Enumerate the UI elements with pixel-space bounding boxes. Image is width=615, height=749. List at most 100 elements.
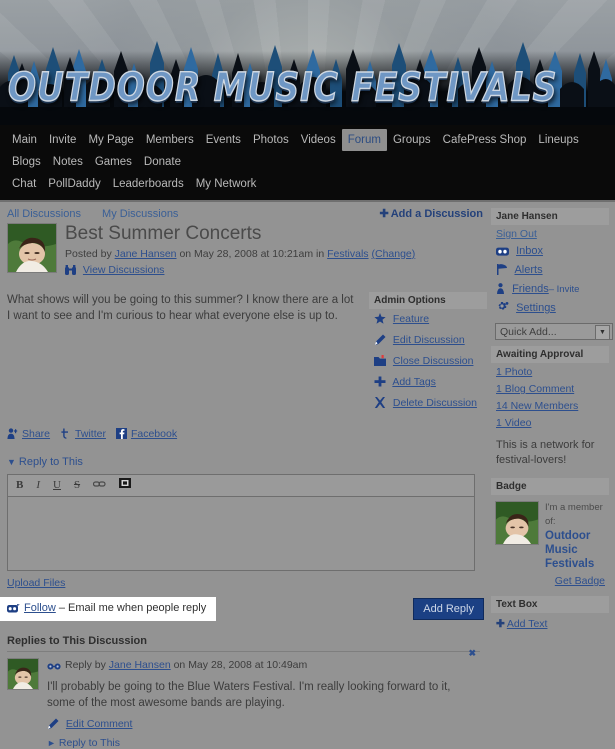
nav-item-invite[interactable]: Invite	[43, 129, 83, 151]
image-button[interactable]	[119, 478, 132, 491]
share-link[interactable]: Share	[22, 428, 50, 440]
glasses-icon	[47, 660, 61, 674]
bold-button[interactable]: B	[16, 479, 23, 491]
main-content: All Discussions My Discussions ✚ Add a Di…	[0, 202, 487, 749]
alerts-link[interactable]: Alerts	[514, 264, 542, 276]
page-body: All Discussions My Discussions ✚ Add a Di…	[0, 202, 615, 749]
admin-option-edit-discussion-link[interactable]: Edit Discussion	[393, 334, 465, 346]
admin-option-delete-discussion-link[interactable]: Delete Discussion	[393, 397, 477, 409]
italic-button[interactable]: I	[36, 479, 40, 491]
avatar-photo	[496, 502, 538, 544]
view-discussions-link[interactable]: View Discussions	[83, 264, 165, 276]
awaiting-item-photo[interactable]: 1 Photo	[491, 363, 609, 380]
list-item: ✖ Reply by Jane Hansen on May 28, 2008 a…	[7, 648, 480, 749]
nav-item-notes[interactable]: Notes	[47, 151, 89, 173]
awaiting-item-video[interactable]: 1 Video	[491, 414, 609, 431]
nav-item-lineups[interactable]: Lineups	[532, 129, 584, 151]
add-reply-button[interactable]: Add Reply	[413, 598, 484, 620]
facebook-link[interactable]: Facebook	[131, 428, 177, 440]
tab-my-discussions[interactable]: My Discussions	[102, 208, 178, 220]
sidebar-item-inbox[interactable]: Inbox	[491, 242, 609, 261]
badge-avatar	[495, 501, 539, 545]
underline-button[interactable]: U	[53, 479, 61, 491]
post-category-link[interactable]: Festivals	[327, 248, 368, 260]
avatar[interactable]	[7, 658, 39, 690]
twitter-link[interactable]: Twitter	[75, 428, 106, 440]
reply-textarea[interactable]	[8, 497, 474, 570]
main-navigation: Main Invite My Page Members Events Photos Vide…	[0, 125, 615, 202]
follow-link[interactable]: Follow	[24, 602, 56, 614]
post-author-link[interactable]: Jane Hansen	[115, 248, 177, 260]
triangle-down-icon: ▼	[7, 457, 16, 467]
upload-files-link[interactable]: Upload Files	[7, 577, 65, 589]
link-button[interactable]	[92, 479, 106, 491]
reply-to-this-toggle[interactable]: ▼ Reply to This	[7, 456, 487, 468]
sign-out-link[interactable]: Sign Out	[491, 225, 609, 242]
settings-link[interactable]: Settings	[516, 302, 556, 314]
awaiting-item-new-members[interactable]: 14 New Members	[491, 397, 609, 414]
reply-prefix: Reply by	[65, 659, 106, 671]
nav-item-leaderboards[interactable]: Leaderboards	[107, 173, 190, 195]
get-badge-row: Get Badge	[491, 573, 609, 590]
follow-envelope-icon	[7, 604, 20, 616]
nav-item-games[interactable]: Games	[89, 151, 138, 173]
get-badge-link[interactable]: Get Badge	[555, 575, 605, 587]
add-text-row[interactable]: ✚ Add Text	[491, 613, 609, 634]
nav-item-my-page[interactable]: My Page	[82, 129, 139, 151]
admin-option-close-discussion[interactable]: Close Discussion	[369, 351, 487, 372]
badge-text: I'm a member of: Outdoor Music Festivals	[545, 501, 605, 571]
nav-item-cafepress-shop[interactable]: CafePress Shop	[437, 129, 533, 151]
friends-invite-link[interactable]: – Invite	[549, 284, 580, 295]
admin-option-feature[interactable]: Feature	[369, 309, 487, 330]
admin-option-feature-link[interactable]: Feature	[393, 313, 429, 325]
nav-item-donate[interactable]: Donate	[138, 151, 187, 173]
gear-icon	[496, 302, 509, 316]
discussion-tabs: All Discussions My Discussions ✚ Add a Di…	[7, 202, 487, 223]
badge-title: Badge	[491, 478, 609, 495]
reply-to-this-label: Reply to This	[18, 456, 83, 468]
admin-option-close-discussion-link[interactable]: Close Discussion	[393, 355, 474, 367]
nav-item-photos[interactable]: Photos	[247, 129, 295, 151]
nav-item-forum[interactable]: Forum	[341, 129, 387, 151]
friends-link[interactable]: Friends	[512, 283, 549, 295]
avatar-photo	[8, 659, 38, 689]
post-meta-mid: on May 28, 2008 at 10:21am in	[179, 248, 325, 260]
admin-option-edit-discussion[interactable]: Edit Discussion	[369, 330, 487, 351]
post-body-text: What shows will you be going to this sum…	[7, 294, 354, 322]
nav-item-groups[interactable]: Groups	[387, 129, 437, 151]
admin-option-add-tags-link[interactable]: Add Tags	[392, 376, 436, 388]
post-meta: Posted by Jane Hansen on May 28, 2008 at…	[65, 247, 487, 261]
sidebar-item-friends[interactable]: Friends– Invite	[491, 280, 609, 299]
reply-to-this-row[interactable]: ► Reply to This	[47, 737, 480, 749]
avatar[interactable]	[7, 223, 57, 273]
tab-all-discussions[interactable]: All Discussions	[7, 208, 81, 220]
admin-option-add-tags[interactable]: Add Tags	[369, 372, 487, 393]
nav-item-my-network[interactable]: My Network	[190, 173, 263, 195]
edit-comment-link[interactable]: Edit Comment	[66, 718, 133, 730]
sidebar-item-alerts[interactable]: Alerts	[491, 261, 609, 280]
reply-author-link[interactable]: Jane Hansen	[109, 659, 171, 671]
nav-item-chat[interactable]: Chat	[6, 173, 42, 195]
inbox-link[interactable]: Inbox	[516, 245, 543, 257]
nav-item-blogs[interactable]: Blogs	[6, 151, 47, 173]
add-discussion-label: Add a Discussion	[390, 208, 483, 220]
reply-row: Reply by Jane Hansen on May 28, 2008 at …	[7, 658, 480, 749]
post-change-link[interactable]: (Change)	[371, 248, 415, 260]
strikethrough-button[interactable]: S	[74, 479, 80, 491]
nav-item-polldaddy[interactable]: PollDaddy	[42, 173, 106, 195]
add-discussion-button[interactable]: ✚ Add a Discussion	[379, 207, 483, 220]
edit-comment-row[interactable]: Edit Comment	[47, 718, 480, 732]
quick-add-select[interactable]: Quick Add... ▼	[495, 323, 613, 340]
editor-toolbar: BIUS	[8, 475, 474, 497]
nav-item-events[interactable]: Events	[200, 129, 247, 151]
triangle-right-icon: ►	[47, 738, 56, 748]
sidebar-item-settings[interactable]: Settings	[491, 299, 609, 318]
add-text-link[interactable]: Add Text	[507, 618, 548, 630]
admin-option-delete-discussion[interactable]: Delete Discussion	[369, 393, 487, 414]
nav-item-videos[interactable]: Videos	[295, 129, 342, 151]
close-icon[interactable]: ✖	[468, 648, 476, 659]
nav-item-main[interactable]: Main	[6, 129, 43, 151]
awaiting-item-blog-comment[interactable]: 1 Blog Comment	[491, 380, 609, 397]
nav-item-members[interactable]: Members	[140, 129, 200, 151]
right-sidebar: Jane Hansen Sign Out Inbox Alerts Friend…	[487, 202, 615, 749]
